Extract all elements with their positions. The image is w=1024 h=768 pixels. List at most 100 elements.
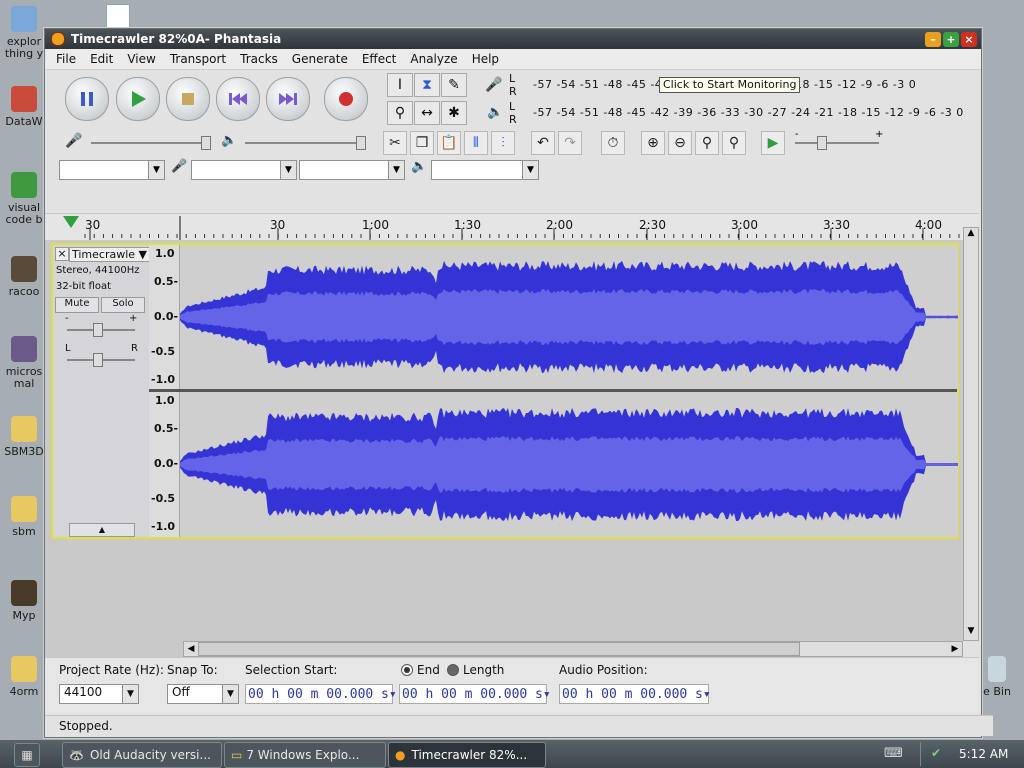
close-button[interactable]: ×: [961, 31, 977, 47]
paste-button[interactable]: 📋: [437, 131, 461, 155]
meter-channel-r: R: [509, 85, 518, 98]
selection-tool[interactable]: I: [387, 73, 413, 97]
length-radio[interactable]: [447, 664, 459, 676]
desktop-shortcut-icon: [11, 656, 37, 682]
zoom-out-button[interactable]: ⊖: [668, 131, 692, 155]
cut-button[interactable]: ✂: [383, 131, 407, 155]
speaker-icon: 🔈: [411, 159, 428, 174]
project-rate-select[interactable]: 44100 ▼: [59, 684, 139, 704]
envelope-tool[interactable]: ⧗: [414, 73, 440, 97]
fit-selection-button[interactable]: ⚲: [695, 131, 719, 155]
skip-to-start-button[interactable]: [216, 77, 260, 121]
desktop-icon[interactable]: micros mal: [0, 336, 48, 390]
audio-track[interactable]: × Timecrawle ▼ Stereo, 44100Hz 32-bit fl…: [51, 243, 959, 539]
menu-file[interactable]: File: [49, 52, 83, 66]
silence-button[interactable]: ⫶: [491, 131, 515, 155]
record-button[interactable]: [324, 77, 368, 121]
selection-start-time[interactable]: 00 h 00 m 00.000 s▾: [245, 684, 397, 704]
vertical-scrollbar[interactable]: ▲ ▼: [963, 227, 979, 641]
fit-project-button[interactable]: ⚲: [722, 131, 746, 155]
redo-button[interactable]: ↷: [558, 131, 582, 155]
input-device-select[interactable]: ▼: [191, 160, 297, 180]
gain-slider-thumb[interactable]: [93, 323, 103, 337]
slider-thumb[interactable]: [817, 136, 827, 150]
scroll-thumb[interactable]: [198, 642, 800, 656]
menu-tracks[interactable]: Tracks: [233, 52, 285, 66]
scroll-down-arrow[interactable]: ▼: [964, 626, 978, 640]
zoom-tool[interactable]: ⚲: [387, 101, 413, 125]
music-file-icon[interactable]: [106, 4, 130, 30]
menu-generate[interactable]: Generate: [285, 52, 355, 66]
mute-button[interactable]: Mute: [55, 297, 99, 313]
recycle-bin-icon: [988, 656, 1006, 682]
time-shift-tool[interactable]: ↔: [414, 101, 440, 125]
timer-button[interactable]: ⏱: [601, 131, 625, 155]
trim-button[interactable]: ⫴: [464, 131, 488, 155]
minimize-button[interactable]: –: [925, 31, 941, 47]
maximize-button[interactable]: +: [943, 31, 959, 47]
snap-to-select[interactable]: Off ▼: [167, 684, 239, 704]
project-rate-label: Project Rate (Hz):: [59, 663, 164, 677]
scroll-right-arrow[interactable]: ▶: [948, 642, 962, 656]
selection-end-time[interactable]: 00 h 00 m 00.000 s▾: [399, 684, 551, 704]
clock[interactable]: 5:12 AM: [959, 747, 1008, 761]
collapse-track-button[interactable]: ▲: [69, 523, 135, 537]
slider-thumb[interactable]: [356, 136, 366, 150]
magnifier-icon: ⚲: [394, 105, 406, 121]
end-radio[interactable]: [401, 664, 413, 676]
undo-button[interactable]: ↶: [531, 131, 555, 155]
zoom-in-button[interactable]: ⊕: [641, 131, 665, 155]
meter-channel-l-2: L: [509, 100, 516, 113]
show-desktop-button[interactable]: ▦: [14, 743, 40, 767]
menu-transport[interactable]: Transport: [163, 52, 233, 66]
copy-button[interactable]: ❐: [410, 131, 434, 155]
keyboard-icon[interactable]: ⌨: [884, 746, 903, 761]
title-bar[interactable]: Timecrawler 82%0A- Phantasia – + ×: [45, 29, 981, 49]
scroll-up-arrow[interactable]: ▲: [964, 228, 978, 242]
multi-tool[interactable]: ✱: [441, 101, 467, 125]
audio-position-time[interactable]: 00 h 00 m 00.000 s▾: [559, 684, 711, 704]
desktop-icon[interactable]: Myp: [0, 580, 48, 622]
horizontal-scrollbar[interactable]: ◀ ▶: [183, 641, 963, 657]
draw-tool[interactable]: ✎: [441, 73, 467, 97]
pause-button[interactable]: [65, 77, 109, 121]
slider-thumb[interactable]: [201, 136, 211, 150]
skip-to-end-button[interactable]: [266, 77, 310, 121]
desktop-icon[interactable]: racoo: [0, 256, 48, 298]
menu-analyze[interactable]: Analyze: [403, 52, 464, 66]
desktop-icon[interactable]: DataW: [0, 86, 48, 128]
menu-view[interactable]: View: [120, 52, 162, 66]
playback-meter-scale[interactable]: -57 -54 -51 -48 -45 -42 -39 -36 -33 -30 …: [533, 106, 964, 119]
desktop-icon[interactable]: explor thing y: [0, 6, 48, 60]
network-icon[interactable]: ✔: [931, 746, 941, 760]
host-select[interactable]: ▼: [59, 160, 165, 180]
channel-1-waveform[interactable]: [180, 245, 958, 389]
menu-effect[interactable]: Effect: [355, 52, 404, 66]
desktop-icon[interactable]: visual code b: [0, 172, 48, 226]
track-name-menu[interactable]: Timecrawle ▼: [69, 247, 151, 262]
desktop-icon[interactable]: sbm: [0, 496, 48, 538]
scroll-left-arrow[interactable]: ◀: [184, 642, 198, 656]
stop-button[interactable]: [166, 77, 210, 121]
taskbar-item-audacity-old[interactable]: 🦝 Old Audacity versi...: [62, 742, 222, 768]
taskbar-item-timecrawler[interactable]: ● Timecrawler 82%...: [388, 742, 546, 768]
track-close-button[interactable]: ×: [55, 247, 69, 261]
output-device-select[interactable]: ▼: [431, 160, 539, 180]
record-meter-mic-icon[interactable]: 🎤: [485, 77, 502, 93]
play-at-speed-button[interactable]: ▶: [761, 131, 785, 155]
output-volume-slider[interactable]: [245, 142, 363, 144]
pan-slider-thumb[interactable]: [93, 353, 103, 367]
speaker-icon[interactable]: 🔈: [487, 105, 503, 120]
timeline-ruler[interactable]: 30 1:00 1:30 2:00 2:30 3:00 3:30 4:00 30: [45, 213, 979, 240]
desktop-icon[interactable]: SBM3D: [0, 416, 48, 458]
input-volume-slider[interactable]: [91, 142, 207, 144]
taskbar-item-explorer[interactable]: ▭ 7 Windows Explo...: [224, 742, 386, 768]
menu-edit[interactable]: Edit: [83, 52, 120, 66]
play-button[interactable]: [116, 77, 160, 121]
solo-button[interactable]: Solo: [101, 297, 145, 313]
desktop-icon[interactable]: 4orm: [0, 656, 48, 698]
speed-slider[interactable]: [795, 142, 879, 144]
channel-2-waveform[interactable]: [180, 392, 958, 537]
menu-help[interactable]: Help: [465, 52, 506, 66]
input-channels-select[interactable]: ▼: [299, 160, 405, 180]
